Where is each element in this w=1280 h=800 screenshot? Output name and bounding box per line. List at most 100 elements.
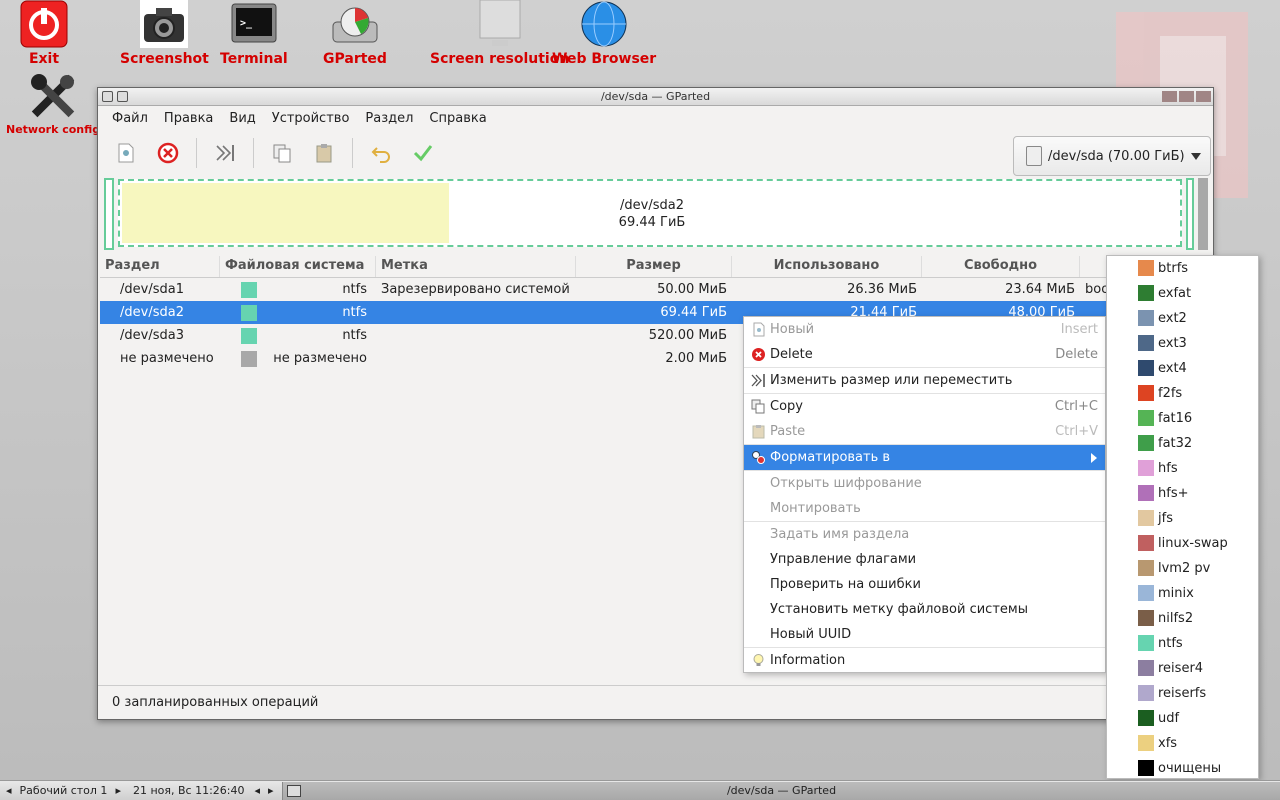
menu-item-label: Управление флагами (770, 552, 917, 567)
menu-item-resize-move[interactable]: Изменить размер или переместить (744, 368, 1105, 393)
fs-color-swatch (1138, 285, 1154, 301)
new-icon (753, 322, 765, 337)
format-option-fat32[interactable]: fat32 (1107, 431, 1258, 456)
copy-button[interactable] (264, 135, 300, 171)
taskbar: ◂ Рабочий стол 1 ▸ 21 ноя, Вс 11:26:40 ◂… (0, 780, 1280, 800)
device-selector[interactable]: /dev/sda (70.00 ГиБ) (1013, 136, 1211, 176)
format-option-fat16[interactable]: fat16 (1107, 406, 1258, 431)
paste-button[interactable] (306, 135, 342, 171)
desktop-icon-screenshot[interactable]: Screenshot (120, 0, 209, 67)
menu-item-name-partition[interactable]: Задать имя раздела (744, 522, 1105, 547)
menu-item-new-uuid[interactable]: Новый UUID (744, 622, 1105, 647)
desktop-name[interactable]: Рабочий стол 1 (18, 784, 110, 797)
desktop-icon-web-browser[interactable]: Web Browser (552, 0, 656, 67)
menu-view[interactable]: Вид (221, 111, 263, 126)
format-option-label: hfs+ (1158, 486, 1189, 501)
new-partition-button[interactable] (108, 135, 144, 171)
menu-edit[interactable]: Правка (156, 111, 221, 126)
cell-size: 2.00 МиБ (665, 351, 727, 366)
desktop-icon-exit[interactable]: Exit (20, 0, 68, 67)
fs-color-swatch (1138, 410, 1154, 426)
fs-color-swatch (1138, 460, 1154, 476)
next-task-icon[interactable]: ▸ (264, 784, 278, 797)
cell-size: 69.44 ГиБ (660, 305, 727, 320)
format-option-linux-swap[interactable]: linux-swap (1107, 531, 1258, 556)
maximize-button[interactable] (1179, 91, 1194, 102)
window-titlebar[interactable]: /dev/sda — GParted (98, 88, 1213, 106)
desktop-icon-label: Screenshot (120, 51, 209, 67)
column-header-filesystem[interactable]: Файловая система (220, 256, 376, 277)
menu-item-label: Новый UUID (770, 627, 852, 642)
menu-item-open-encryption[interactable]: Открыть шифрование (744, 471, 1105, 496)
format-option-очищены[interactable]: очищены (1107, 756, 1258, 781)
format-option-lvm2-pv[interactable]: lvm2 pv (1107, 556, 1258, 581)
column-header-size[interactable]: Размер (576, 256, 732, 277)
column-header-partition[interactable]: Раздел (100, 256, 220, 277)
menu-item-information[interactable]: Information (744, 648, 1105, 673)
taskbar-task-gparted[interactable]: /dev/sda — GParted (282, 782, 1280, 800)
desktop-icon-network-config[interactable]: Network config (6, 72, 100, 136)
menu-help[interactable]: Справка (421, 111, 494, 126)
cell-label: Зарезервировано системой (381, 282, 570, 297)
format-option-hfs[interactable]: hfs (1107, 456, 1258, 481)
resize-move-button[interactable] (207, 135, 243, 171)
format-option-reiserfs[interactable]: reiserfs (1107, 681, 1258, 706)
format-option-minix[interactable]: minix (1107, 581, 1258, 606)
disk-map-partition-name: /dev/sda2 (620, 198, 684, 213)
menu-partition[interactable]: Раздел (357, 111, 421, 126)
disk-map-partition-sda1[interactable] (104, 178, 114, 250)
fs-color-swatch (1138, 535, 1154, 551)
menu-item-new[interactable]: Новый Insert (744, 317, 1105, 342)
format-option-label: fat32 (1158, 436, 1193, 451)
format-option-ext3[interactable]: ext3 (1107, 331, 1258, 356)
window-menu-icon[interactable] (102, 91, 113, 102)
desktop-icon-label: GParted (323, 51, 387, 67)
menu-item-delete[interactable]: Delete Delete (744, 342, 1105, 367)
format-option-label: ntfs (1158, 636, 1183, 651)
menu-device[interactable]: Устройство (264, 111, 358, 126)
format-option-f2fs[interactable]: f2fs (1107, 381, 1258, 406)
format-option-jfs[interactable]: jfs (1107, 506, 1258, 531)
format-option-hfs-[interactable]: hfs+ (1107, 481, 1258, 506)
format-option-label: ext2 (1158, 311, 1187, 326)
format-option-reiser4[interactable]: reiser4 (1107, 656, 1258, 681)
menu-file[interactable]: Файл (104, 111, 156, 126)
menu-item-shortcut: Insert (1060, 322, 1098, 337)
menu-item-copy[interactable]: Copy Ctrl+C (744, 394, 1105, 419)
column-header-used[interactable]: Использовано (732, 256, 922, 277)
table-row[interactable]: /dev/sda1 ntfs Зарезервировано системой … (100, 278, 1110, 301)
apply-button[interactable] (405, 135, 441, 171)
disk-map-partition-sda2[interactable]: /dev/sda2 69.44 ГиБ (118, 179, 1182, 247)
delete-partition-button[interactable] (150, 135, 186, 171)
desktop-icon-gparted[interactable]: GParted (323, 0, 387, 67)
format-option-ext4[interactable]: ext4 (1107, 356, 1258, 381)
desktop-icon-screen-resolution[interactable]: Screen resolution (430, 0, 569, 67)
menu-item-set-label[interactable]: Установить метку файловой системы (744, 597, 1105, 622)
menu-item-manage-flags[interactable]: Управление флагами (744, 547, 1105, 572)
disk-map-unallocated[interactable] (1198, 178, 1208, 250)
minimize-button[interactable] (1162, 91, 1177, 102)
format-option-exfat[interactable]: exfat (1107, 281, 1258, 306)
column-header-label[interactable]: Метка (376, 256, 576, 277)
disk-map-partition-sda3[interactable] (1186, 178, 1194, 250)
format-option-xfs[interactable]: xfs (1107, 731, 1258, 756)
format-option-nilfs2[interactable]: nilfs2 (1107, 606, 1258, 631)
menu-item-label: Задать имя раздела (770, 527, 910, 542)
format-option-udf[interactable]: udf (1107, 706, 1258, 731)
column-header-free[interactable]: Свободно (922, 256, 1080, 277)
format-option-ext2[interactable]: ext2 (1107, 306, 1258, 331)
cell-partition: не размечено (120, 351, 214, 366)
menu-item-mount[interactable]: Монтировать (744, 496, 1105, 521)
desktop-icon-terminal[interactable]: >_ Terminal (220, 0, 288, 67)
menu-item-paste[interactable]: Paste Ctrl+V (744, 419, 1105, 444)
format-option-label: linux-swap (1158, 536, 1228, 551)
prev-desktop-icon[interactable]: ◂ (0, 784, 18, 797)
format-option-btrfs[interactable]: btrfs (1107, 256, 1258, 281)
format-option-ntfs[interactable]: ntfs (1107, 631, 1258, 656)
close-button[interactable] (1196, 91, 1211, 102)
undo-button[interactable] (363, 135, 399, 171)
menu-item-check[interactable]: Проверить на ошибки (744, 572, 1105, 597)
next-desktop-icon[interactable]: ▸ (109, 784, 127, 797)
menu-item-format-to[interactable]: Форматировать в (744, 445, 1105, 470)
prev-task-icon[interactable]: ◂ (251, 784, 265, 797)
